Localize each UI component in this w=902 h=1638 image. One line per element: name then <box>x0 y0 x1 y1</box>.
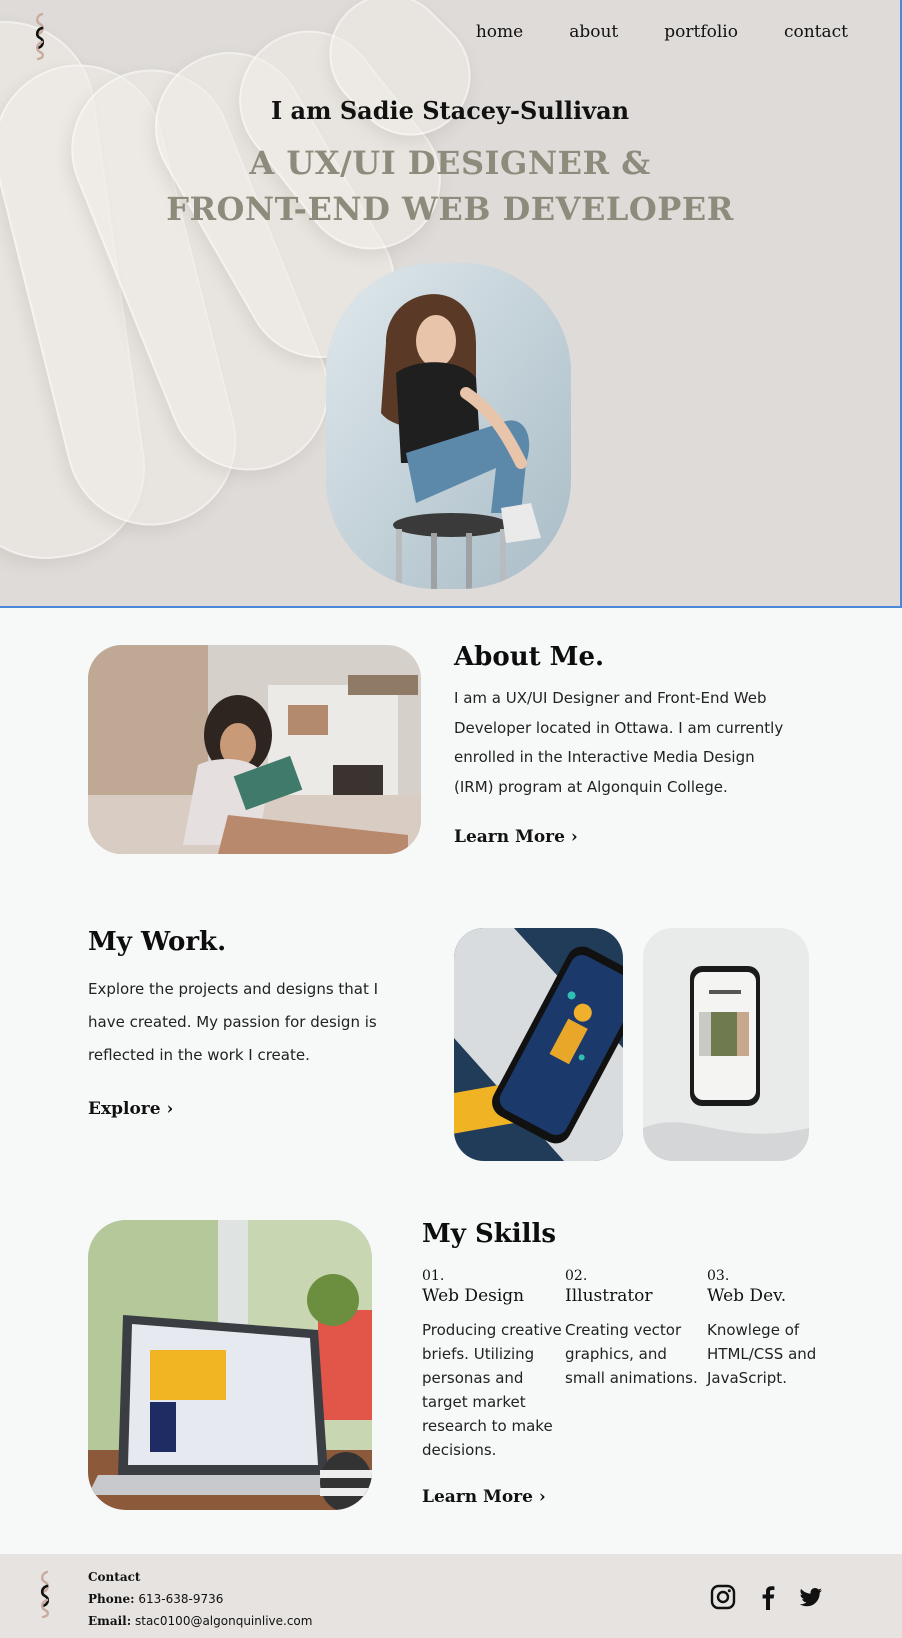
hero-portrait <box>326 263 571 589</box>
skill-item: 03. Web Dev. Knowlege of HTML/CSS and Ja… <box>707 1268 847 1390</box>
skill-description: Creating vector graphics, and small anim… <box>565 1321 698 1387</box>
hero-role-line: FRONT-END WEB DEVELOPER <box>166 190 734 228</box>
site-footer: Contact Phone: 613-638-9736 Email: stac0… <box>0 1554 902 1638</box>
nav-contact[interactable]: contact <box>784 22 848 42</box>
footer-contact: Contact Phone: 613-638-9736 Email: stac0… <box>88 1566 312 1632</box>
skill-item: 01. Web Design Producing creative briefs… <box>422 1268 562 1462</box>
main-nav: home about portfolio contact <box>476 22 848 42</box>
work-title: My Work. <box>88 927 227 957</box>
nav-home[interactable]: home <box>476 22 523 42</box>
about-title: About Me. <box>454 642 605 672</box>
skill-number: 01. <box>422 1268 445 1284</box>
skills-title: My Skills <box>422 1219 556 1249</box>
work-explore-link[interactable]: Explore › <box>88 1099 173 1119</box>
footer-phone[interactable]: 613-638-9736 <box>138 1592 223 1606</box>
nav-about[interactable]: about <box>569 22 618 42</box>
skill-number: 02. <box>565 1268 588 1284</box>
instagram-icon[interactable] <box>710 1584 736 1610</box>
twitter-icon[interactable] <box>798 1584 824 1610</box>
work-phone-photo[interactable] <box>454 928 623 1161</box>
facebook-icon[interactable] <box>755 1584 781 1610</box>
skill-description: Producing creative briefs. Utilizing per… <box>422 1321 562 1459</box>
skill-name: Web Design <box>422 1286 525 1306</box>
footer-contact-heading: Contact <box>88 1570 141 1584</box>
site-logo[interactable] <box>32 12 48 60</box>
hero-role-line: A UX/UI DESIGNER & <box>249 144 651 182</box>
hero-section: home about portfolio contact I am Sadie … <box>0 0 902 608</box>
skill-description: Knowlege of HTML/CSS and JavaScript. <box>707 1321 817 1387</box>
skill-name: Illustrator <box>565 1286 653 1306</box>
about-photo <box>88 645 421 854</box>
skills-learn-more-link[interactable]: Learn More › <box>422 1487 546 1507</box>
footer-email-label: Email: <box>88 1614 132 1628</box>
hero-role: A UX/UI DESIGNER & FRONT-END WEB DEVELOP… <box>0 140 900 232</box>
about-learn-more-link[interactable]: Learn More › <box>454 827 578 847</box>
about-text: I am a UX/UI Designer and Front-End Web … <box>454 689 784 796</box>
skill-item: 02. Illustrator Creating vector graphics… <box>565 1268 705 1390</box>
skill-number: 03. <box>707 1268 730 1284</box>
footer-logo[interactable] <box>37 1570 53 1618</box>
footer-phone-label: Phone: <box>88 1592 135 1606</box>
hero-intro: I am Sadie Stacey-Sullivan <box>270 96 630 125</box>
work-phone-photo[interactable] <box>643 928 809 1161</box>
skill-name: Web Dev. <box>707 1286 787 1306</box>
footer-email[interactable]: stac0100@algonquinlive.com <box>135 1614 312 1628</box>
work-text: Explore the projects and designs that I … <box>88 980 379 1064</box>
nav-portfolio[interactable]: portfolio <box>664 22 738 42</box>
skills-laptop-photo <box>88 1220 372 1510</box>
